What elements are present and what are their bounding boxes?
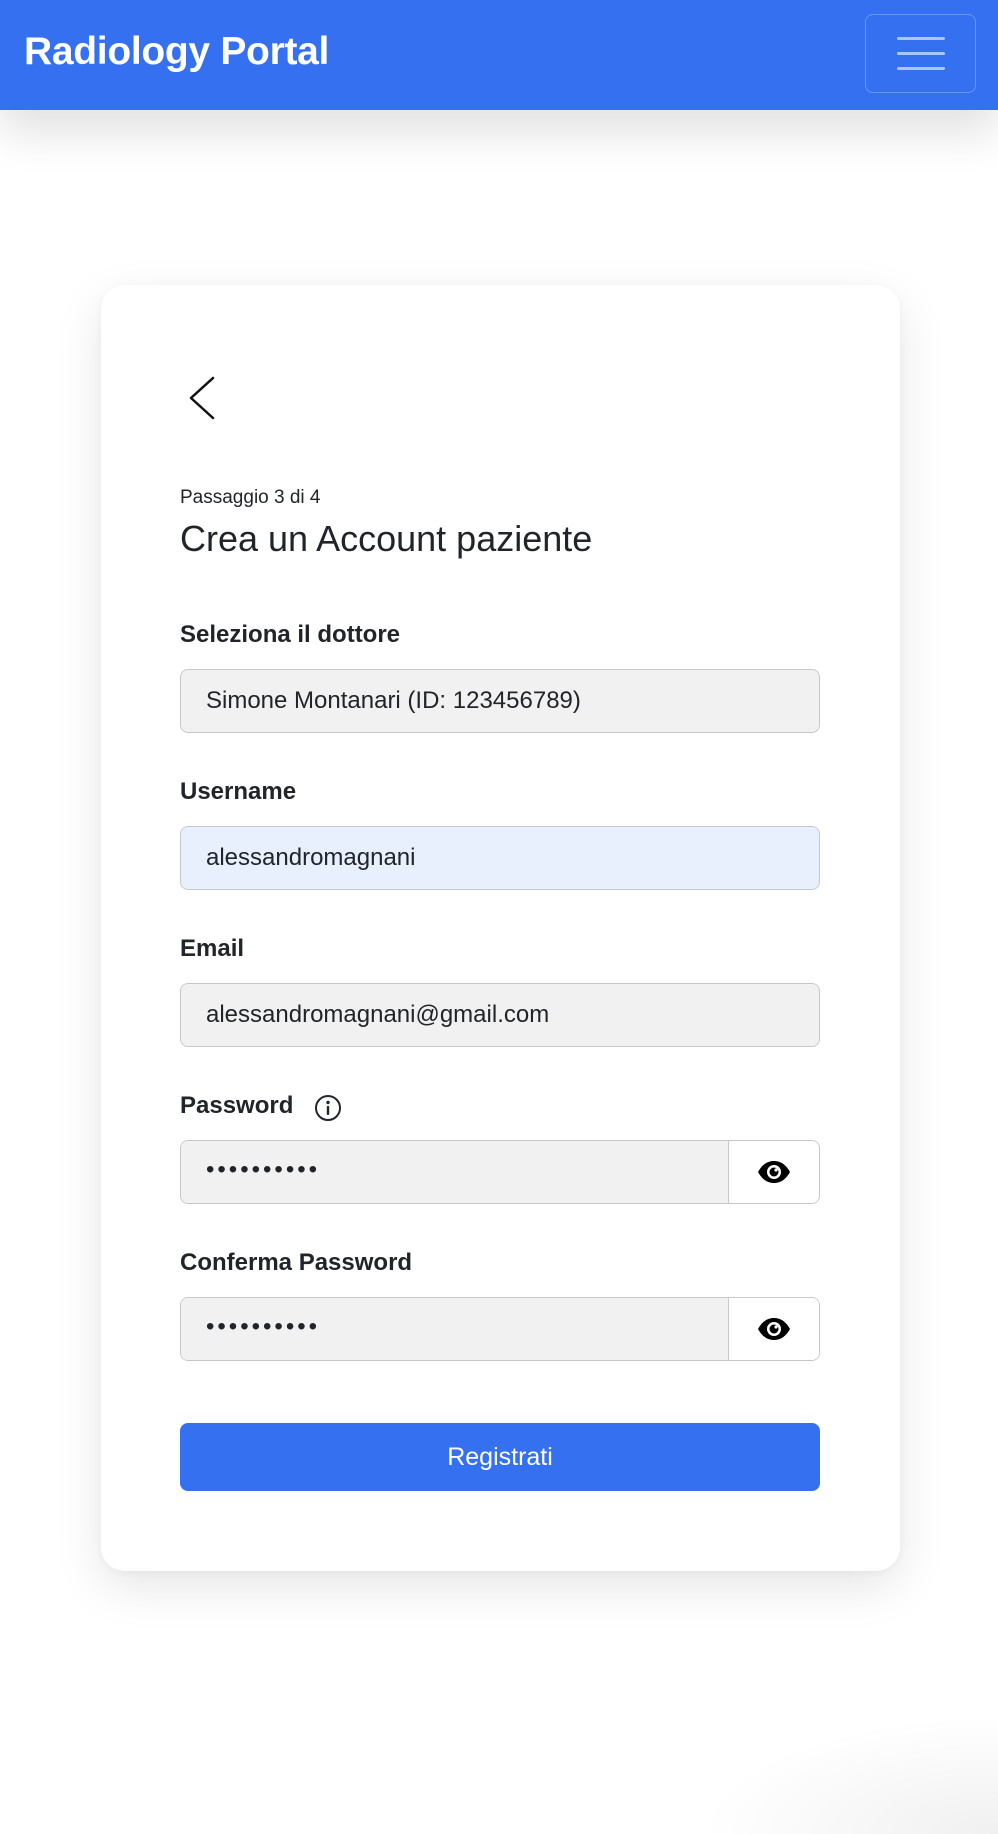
password-visibility-toggle[interactable]	[729, 1141, 819, 1203]
confirm-password-input[interactable]: ••••••••••	[181, 1298, 729, 1360]
back-button[interactable]	[180, 370, 230, 426]
confirm-password-label: Conferma Password	[180, 1249, 413, 1276]
username-input[interactable]: alessandromagnani	[180, 826, 820, 890]
menu-toggle-button[interactable]	[865, 14, 976, 93]
password-label: Password	[180, 1092, 294, 1119]
registration-card	[101, 285, 900, 1571]
register-button[interactable]: Registrati	[180, 1423, 820, 1491]
password-input[interactable]: ••••••••••	[181, 1141, 729, 1203]
navbar: Radiology Portal	[0, 0, 998, 110]
username-label: Username	[180, 778, 297, 805]
corner-shadow	[698, 1714, 998, 1834]
chevron-left-icon	[189, 376, 215, 420]
step-indicator: Passaggio 3 di 4	[180, 487, 321, 508]
email-label: Email	[180, 935, 245, 962]
brand-title[interactable]: Radiology Portal	[24, 30, 329, 74]
doctor-label: Seleziona il dottore	[180, 621, 401, 648]
hamburger-menu-icon	[897, 52, 945, 55]
hamburger-menu-icon	[897, 67, 945, 70]
doctor-select[interactable]: Simone Montanari (ID: 123456789)	[180, 669, 820, 733]
info-circle-icon[interactable]	[314, 1094, 342, 1122]
confirm-password-visibility-toggle[interactable]	[729, 1298, 819, 1360]
password-input-group: ••••••••••	[180, 1140, 820, 1204]
confirm-password-input-group: ••••••••••	[180, 1297, 820, 1361]
hamburger-menu-icon	[897, 37, 945, 40]
page-title: Crea un Account paziente	[180, 518, 593, 559]
eye-icon	[758, 1161, 790, 1183]
email-input[interactable]: alessandromagnani@gmail.com	[180, 983, 820, 1047]
eye-icon	[758, 1318, 790, 1340]
